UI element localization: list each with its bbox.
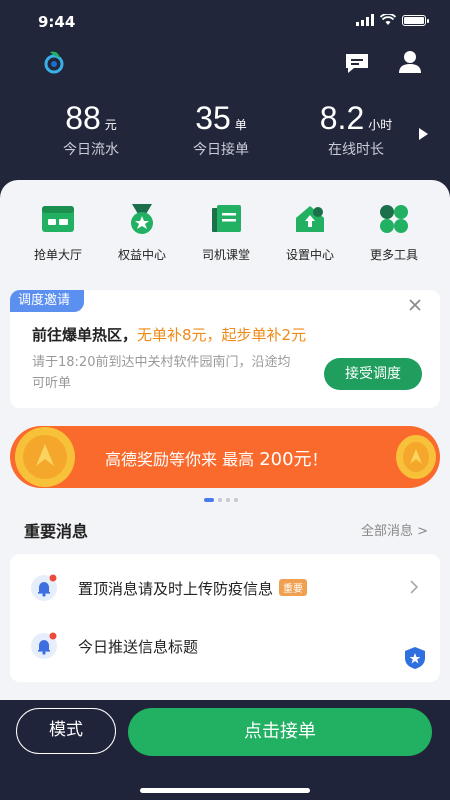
banner-text: 高德奖励等你来 最高 200元！ xyxy=(105,449,328,470)
signal-icon xyxy=(356,14,374,26)
home-indicator xyxy=(140,788,310,793)
close-icon[interactable] xyxy=(408,298,422,312)
tool-grid: 抢单大厅 权益中心 司机课堂 设置中心 更多工具 xyxy=(0,202,450,272)
accept-dispatch-button[interactable]: 接受调度 xyxy=(324,358,422,390)
dispatch-title: 前往爆单热区，无单补8元，起步单补2元 xyxy=(32,326,307,344)
banner-amount: 200元 xyxy=(259,449,312,470)
dispatch-invitation-card: 调度邀请 前往爆单热区，无单补8元，起步单补2元 请于18:20前到达中关村软件… xyxy=(10,290,440,408)
bell-icon xyxy=(31,632,57,659)
bottom-action-bar: 模式 点击接单 xyxy=(0,700,450,800)
message-item[interactable]: 今日推送信息标题 xyxy=(10,616,440,676)
message-text: 今日推送信息标题 xyxy=(78,638,199,656)
accept-orders-button[interactable]: 点击接单 xyxy=(128,708,432,756)
chevron-right-icon xyxy=(410,580,418,594)
stat-value: 88 xyxy=(65,100,101,136)
all-messages-link[interactable]: 全部消息 > xyxy=(361,520,428,539)
tool-order-hall[interactable]: 抢单大厅 xyxy=(18,202,98,263)
tool-driver-class[interactable]: 司机课堂 xyxy=(186,202,266,263)
message-text: 置顶消息请及时上传防疫信息 重要 xyxy=(78,578,308,599)
battery-icon xyxy=(402,14,429,26)
stat-unit: 元 xyxy=(104,118,117,132)
shield-icon[interactable] xyxy=(404,646,426,670)
tool-label: 司机课堂 xyxy=(201,248,250,262)
stat-label: 在线时长 xyxy=(328,142,384,158)
tool-benefits[interactable]: 权益中心 xyxy=(102,202,182,263)
stat-online-time: 8.2 小时 在线时长 xyxy=(308,100,404,159)
message-item[interactable]: 置顶消息请及时上传防疫信息 重要 xyxy=(10,558,440,618)
mode-button[interactable]: 模式 xyxy=(16,708,116,754)
stat-label: 今日接单 xyxy=(193,142,249,158)
tool-settings[interactable]: 设置中心 xyxy=(270,202,350,263)
stat-value: 35 xyxy=(195,100,231,136)
book-icon xyxy=(212,205,241,232)
coin-icon xyxy=(15,427,75,487)
stat-orders: 35 单 今日接单 xyxy=(176,100,266,159)
main-content: 抢单大厅 权益中心 司机课堂 设置中心 更多工具 调度邀请 前往爆单热区，无单补… xyxy=(0,180,450,700)
user-profile-icon[interactable] xyxy=(398,50,422,74)
more-tools-icon xyxy=(380,205,408,233)
messages-title: 重要消息 xyxy=(24,522,89,541)
tool-label: 抢单大厅 xyxy=(33,248,82,262)
stat-unit: 小时 xyxy=(368,118,393,132)
message-icon[interactable] xyxy=(344,52,370,74)
stat-income: 88 元 今日流水 xyxy=(46,100,136,159)
wifi-icon xyxy=(380,14,396,25)
tool-label: 权益中心 xyxy=(117,248,166,262)
carousel-indicator xyxy=(204,498,238,502)
messages-card: 置顶消息请及时上传防疫信息 重要 今日推送信息标题 xyxy=(10,554,440,682)
dispatch-tag: 调度邀请 xyxy=(10,290,85,312)
reward-banner[interactable]: 高德奖励等你来 最高 200元！ xyxy=(10,426,440,488)
settings-house-icon xyxy=(296,206,324,232)
tool-label: 设置中心 xyxy=(285,248,334,262)
tool-label: 更多工具 xyxy=(369,248,418,262)
stat-value: 8.2 xyxy=(319,100,365,136)
messages-header: 重要消息 全部消息 > xyxy=(0,518,450,544)
coin-icon xyxy=(396,435,436,479)
medal-icon xyxy=(131,204,153,234)
bell-icon xyxy=(31,574,57,601)
dispatch-subsidy: 无单补8元，起步单补2元 xyxy=(137,326,307,344)
hall-icon xyxy=(42,206,74,232)
status-icons xyxy=(356,14,429,26)
app-header xyxy=(0,44,450,84)
stat-unit: 单 xyxy=(234,118,247,132)
dispatch-description: 请于18:20前到达中关村软件园南门，沿途均可听单 xyxy=(32,355,291,391)
today-stats[interactable]: 88 元 今日流水 35 单 今日接单 8.2 小时 在线时长 xyxy=(0,100,450,170)
tool-more[interactable]: 更多工具 xyxy=(354,202,434,263)
status-bar: 9:44 xyxy=(0,0,450,40)
play-arrow-icon[interactable] xyxy=(419,128,428,140)
stat-label: 今日流水 xyxy=(63,142,119,158)
app-logo-icon xyxy=(44,51,64,74)
status-time: 9:44 xyxy=(38,13,76,31)
important-badge: 重要 xyxy=(279,579,308,596)
